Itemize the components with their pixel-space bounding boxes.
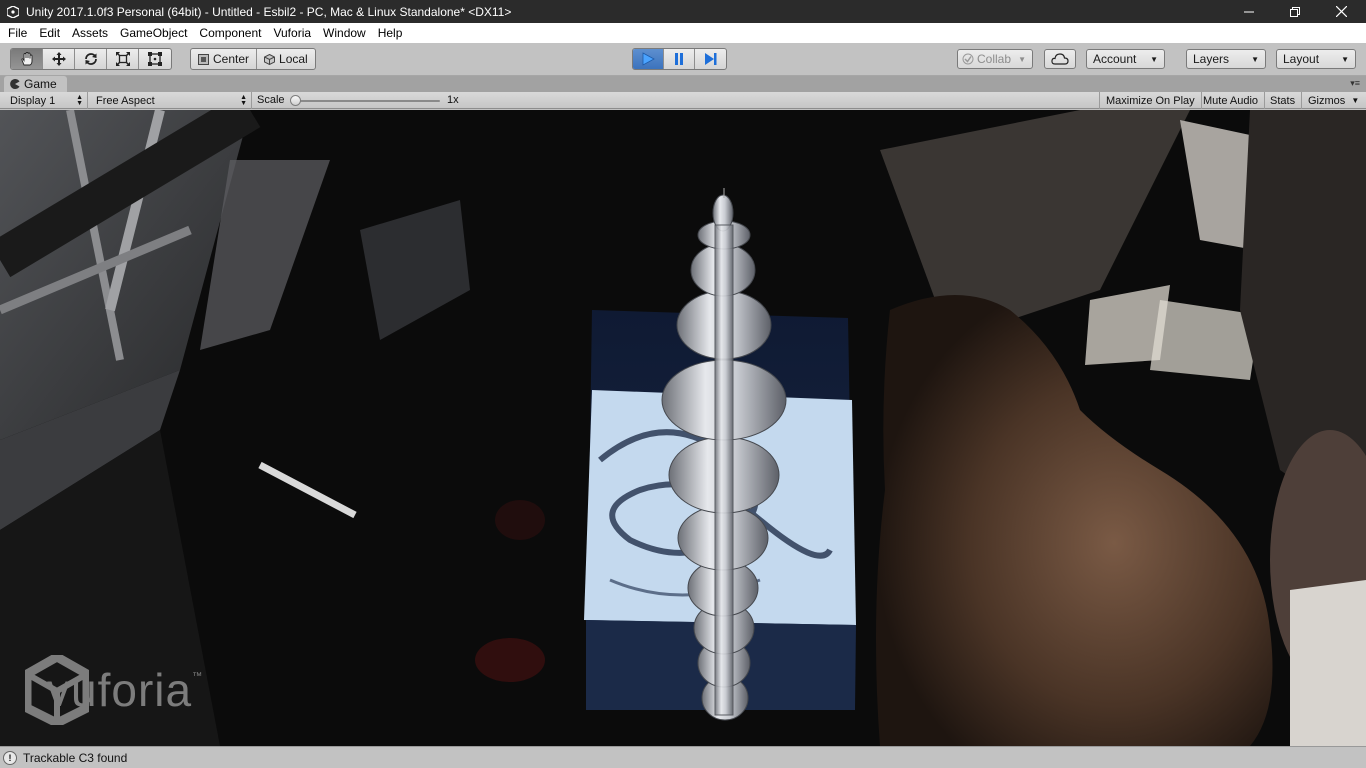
play-controls	[632, 48, 727, 70]
display-select[interactable]: Display 1 ▲ ▼	[4, 92, 88, 109]
menu-help[interactable]: Help	[372, 23, 409, 43]
cloud-icon	[1051, 53, 1069, 65]
rotate-tool-icon[interactable]	[75, 49, 107, 69]
aspect-select[interactable]: Free Aspect ▲ ▼	[90, 92, 252, 109]
account-label: Account	[1093, 52, 1137, 66]
pivot-local-label: Local	[279, 52, 308, 66]
tab-menu-icon[interactable]: ▾≡	[1350, 78, 1360, 89]
chevron-down-icon: ▼	[1351, 95, 1360, 105]
game-view-toolbar: Display 1 ▲ ▼ Free Aspect ▲ ▼ Scale 1x Max…	[0, 92, 1366, 109]
tab-strip: Game ▾≡	[0, 76, 1366, 92]
window-title: Unity 2017.1.0f3 Personal (64bit) - Unti…	[26, 4, 512, 19]
scale-tool-icon[interactable]	[107, 49, 139, 69]
scale-label: Scale	[257, 94, 285, 106]
layout-label: Layout	[1283, 52, 1320, 66]
pause-icon[interactable]	[664, 49, 695, 69]
cloud-button[interactable]	[1044, 49, 1076, 69]
info-icon: !	[3, 750, 17, 765]
tab-game[interactable]: Game	[4, 76, 67, 92]
pacman-game-icon	[10, 79, 20, 89]
gizmos-toggle[interactable]: Gizmos ▼	[1302, 92, 1361, 109]
mute-audio-label: Mute Audio	[1203, 94, 1259, 107]
game-view-viewport[interactable]: vuforia ™	[0, 110, 1366, 746]
layers-dropdown[interactable]: Layers ▼	[1186, 49, 1266, 69]
move-tool-icon[interactable]	[43, 49, 75, 69]
gizmos-label: Gizmos	[1308, 94, 1346, 107]
transform-tools	[10, 48, 172, 70]
status-bar: ! Trackable C3 found	[0, 746, 1366, 768]
pivot-local-button[interactable]: Local	[257, 49, 315, 69]
local-cube-icon	[264, 53, 276, 65]
pivot-center-label: Center	[213, 52, 250, 66]
mute-audio-toggle[interactable]: Mute Audio	[1197, 92, 1266, 109]
layers-label: Layers	[1193, 52, 1230, 66]
tab-game-label: Game	[24, 77, 57, 91]
display-label: Display 1	[10, 94, 56, 107]
play-icon[interactable]	[633, 49, 664, 69]
restore-icon[interactable]	[1272, 0, 1318, 23]
menu-file[interactable]: File	[0, 23, 33, 43]
minimize-icon[interactable]	[1226, 0, 1272, 23]
menu-vuforia[interactable]: Vuforia	[267, 23, 317, 43]
maximize-on-play-toggle[interactable]: Maximize On Play	[1099, 92, 1202, 109]
step-icon[interactable]	[695, 49, 726, 69]
chevron-down-icon: ▼	[1251, 55, 1259, 64]
hand-tool-icon[interactable]	[11, 49, 43, 69]
scale-slider-thumb[interactable]	[290, 95, 301, 106]
main-toolbar: Center Local Collab ▼ Account ▼ Layers ▼…	[0, 43, 1366, 76]
check-icon	[962, 53, 974, 65]
vuforia-watermark-tm: ™	[192, 671, 203, 682]
aspect-label: Free Aspect	[96, 94, 155, 107]
collab-label: Collab	[977, 52, 1012, 66]
pivot-toggles: Center Local	[190, 48, 316, 70]
rect-tool-icon[interactable]	[139, 49, 171, 69]
menu-assets[interactable]: Assets	[66, 23, 114, 43]
account-dropdown[interactable]: Account ▼	[1086, 49, 1165, 69]
close-icon[interactable]	[1318, 0, 1364, 23]
pivot-center-icon	[198, 53, 209, 65]
maximize-on-play-label: Maximize On Play	[1106, 94, 1195, 107]
scale-value: 1x	[447, 94, 459, 106]
unity-logo-icon	[6, 5, 20, 19]
status-message[interactable]: Trackable C3 found	[23, 751, 127, 765]
menu-bar: File Edit Assets GameObject Component Vu…	[0, 23, 1366, 43]
updown-arrows-icon: ▲ ▼	[76, 93, 83, 107]
collab-dropdown[interactable]: Collab ▼	[957, 49, 1033, 69]
stats-label: Stats	[1270, 94, 1296, 107]
pivot-center-button[interactable]: Center	[191, 49, 258, 69]
layout-dropdown[interactable]: Layout ▼	[1276, 49, 1356, 69]
menu-edit[interactable]: Edit	[33, 23, 66, 43]
chevron-down-icon: ▼	[1341, 55, 1349, 64]
window-title-bar: Unity 2017.1.0f3 Personal (64bit) - Unti…	[0, 0, 1366, 23]
vuforia-cube-icon	[25, 655, 89, 725]
chevron-down-icon: ▼	[1150, 55, 1158, 64]
stats-toggle[interactable]: Stats	[1264, 92, 1303, 109]
chevron-down-icon: ▼	[1018, 55, 1026, 64]
menu-gameobject[interactable]: GameObject	[114, 23, 193, 43]
menu-component[interactable]: Component	[193, 23, 267, 43]
scale-slider-track[interactable]	[292, 100, 440, 102]
menu-window[interactable]: Window	[317, 23, 372, 43]
camera-feed-image	[0, 110, 1366, 746]
updown-arrows-icon: ▲ ▼	[240, 93, 247, 107]
vuforia-watermark: vuforia ™	[25, 655, 202, 725]
